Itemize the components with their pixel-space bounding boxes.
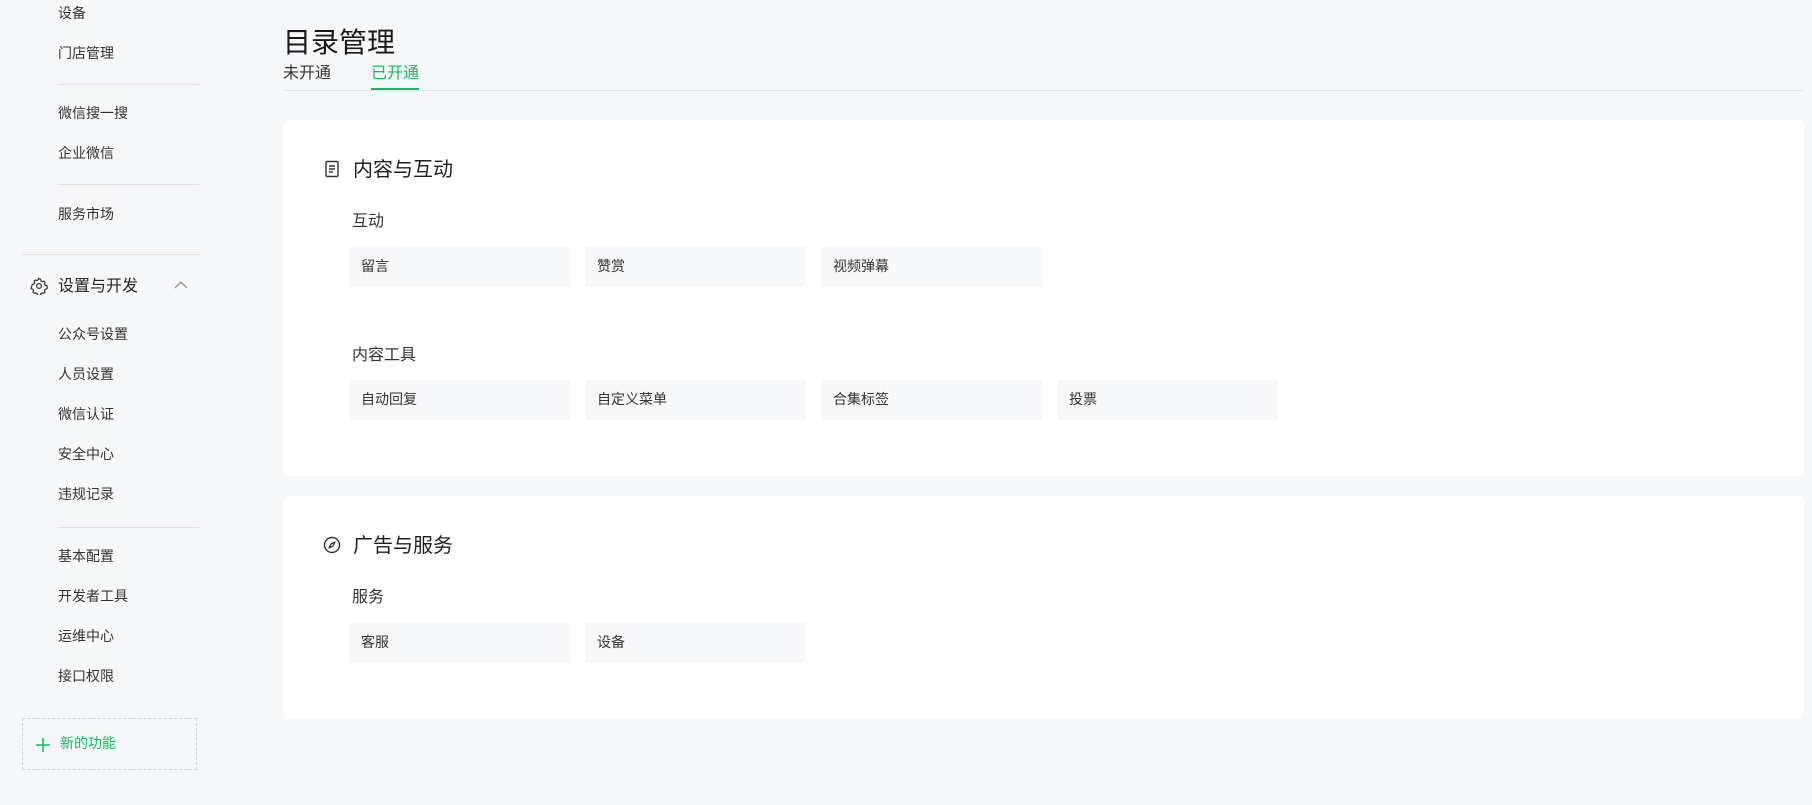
feature-label: 客服 [361, 635, 389, 651]
feature-collection-tags[interactable]: 合集标签 [821, 380, 1042, 420]
sidebar-item-weixin-search[interactable]: 微信搜一搜 [58, 104, 128, 124]
app-root: 设备 门店管理 微信搜一搜 企业微信 服务市场 设置与开发 公众号设置 人员设置… [0, 0, 1812, 805]
sidebar-divider [58, 527, 199, 528]
feature-label: 投票 [1069, 392, 1097, 408]
document-icon [325, 160, 339, 178]
feature-label: 合集标签 [833, 392, 889, 408]
sidebar-item-wecom[interactable]: 企业微信 [58, 144, 114, 164]
chevron-up-icon[interactable] [174, 280, 188, 290]
card-content-interaction: 内容与互动 互动 留言 赞赏 视频弹幕 内容工具 自动回复 自定义菜单 合集标签… [283, 120, 1804, 476]
sidebar-item-store-management[interactable]: 门店管理 [58, 44, 114, 64]
sidebar-item-ops-center[interactable]: 运维中心 [58, 627, 114, 647]
feature-customer-service[interactable]: 客服 [349, 623, 570, 663]
page-title: 目录管理 [283, 25, 396, 59]
sidebar-item-developer-tools[interactable]: 开发者工具 [58, 587, 128, 607]
feature-label: 视频弹幕 [833, 259, 889, 275]
feature-appreciation[interactable]: 赞赏 [585, 247, 806, 287]
sidebar-item-wechat-verification[interactable]: 微信认证 [58, 405, 114, 425]
sidebar-divider [22, 254, 199, 255]
card-title: 内容与互动 [353, 157, 453, 181]
feature-comments[interactable]: 留言 [349, 247, 570, 287]
sidebar-item-member-settings[interactable]: 人员设置 [58, 365, 114, 385]
feature-label: 设备 [597, 635, 625, 651]
sidebar-item-api-permissions[interactable]: 接口权限 [58, 667, 114, 687]
feature-device[interactable]: 设备 [585, 623, 806, 663]
sidebar-group-label: 设置与开发 [58, 276, 139, 295]
sidebar-item-device[interactable]: 设备 [58, 4, 86, 24]
sidebar-group-settings-dev[interactable]: 设置与开发 [28, 274, 194, 298]
plus-icon [36, 738, 50, 752]
feature-voting[interactable]: 投票 [1057, 380, 1278, 420]
feature-label: 留言 [361, 259, 389, 275]
tab-activated[interactable]: 已开通 [371, 62, 420, 90]
sidebar-item-violation-records[interactable]: 违规记录 [58, 485, 114, 505]
feature-auto-reply[interactable]: 自动回复 [349, 380, 570, 420]
sidebar: 设备 门店管理 微信搜一搜 企业微信 服务市场 设置与开发 公众号设置 人员设置… [0, 0, 222, 805]
sidebar-item-security-center[interactable]: 安全中心 [58, 445, 114, 465]
feature-video-danmaku[interactable]: 视频弹幕 [821, 247, 1042, 287]
feature-label: 自定义菜单 [597, 392, 667, 408]
sidebar-divider [58, 84, 199, 85]
feature-label: 赞赏 [597, 259, 625, 275]
sidebar-divider [58, 184, 199, 185]
sidebar-item-basic-config[interactable]: 基本配置 [58, 547, 114, 567]
sidebar-item-service-market[interactable]: 服务市场 [58, 205, 114, 225]
card-title: 广告与服务 [353, 533, 453, 557]
sidebar-item-account-settings[interactable]: 公众号设置 [58, 325, 128, 345]
new-feature-label: 新的功能 [60, 736, 116, 752]
gear-icon [30, 277, 48, 295]
tab-bar: 未开通 已开通 [283, 58, 1803, 91]
compass-icon [323, 536, 341, 554]
feature-label: 自动回复 [361, 392, 417, 408]
section-label-interaction: 互动 [352, 211, 385, 230]
card-ads-services: 广告与服务 服务 客服 设备 [283, 496, 1804, 719]
section-label-services: 服务 [352, 587, 385, 606]
tab-not-activated[interactable]: 未开通 [283, 62, 331, 88]
section-label-content-tools: 内容工具 [352, 345, 417, 364]
feature-custom-menu[interactable]: 自定义菜单 [585, 380, 806, 420]
new-feature-button[interactable]: 新的功能 [22, 718, 197, 770]
